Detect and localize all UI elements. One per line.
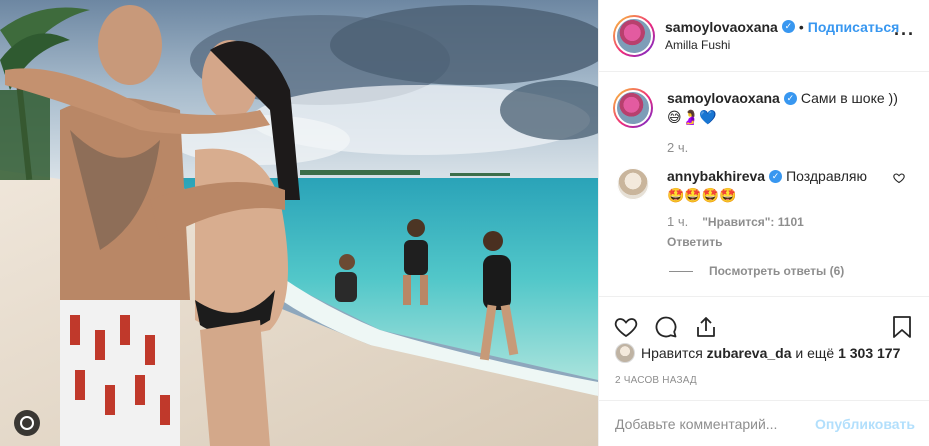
share-icon[interactable] — [693, 314, 719, 340]
heart-icon[interactable] — [613, 314, 639, 340]
caption-text: Сами в шоке )) — [800, 90, 898, 106]
view-replies-button[interactable]: Посмотреть ответы (6) — [669, 264, 915, 278]
comment-row: annybakhireva ✓ Поздравляю 🤩🤩🤩🤩 1 ч. "Нр… — [613, 166, 915, 252]
post-location[interactable]: Amilla Fushi — [665, 36, 899, 54]
post-header: samoylovaoxana ✓ • Подписаться Amilla Fu… — [599, 0, 929, 72]
likes-summary: Нравится zubareva_da и ещё 1 303 177 — [615, 343, 900, 363]
verified-badge-icon: ✓ — [783, 91, 797, 105]
comment-time[interactable]: 1 ч. — [667, 212, 688, 232]
comment-icon[interactable] — [653, 314, 679, 340]
comment-emojis: 🤩🤩🤩🤩 — [667, 188, 737, 204]
commenter-avatar[interactable] — [617, 168, 649, 200]
tagged-users-icon[interactable] — [14, 410, 40, 436]
liker-avatar[interactable] — [615, 343, 635, 363]
caption-row: samoylovaoxana ✓ Сами в шоке )) 😅🤰💙 2 ч. — [613, 88, 915, 158]
reply-button[interactable]: Ответить — [667, 232, 867, 252]
separator-dot: • — [798, 18, 804, 35]
add-comment-bar: Опубликовать — [599, 400, 929, 446]
bookmark-icon[interactable] — [889, 314, 915, 340]
likes-suffix: и ещё — [795, 345, 835, 361]
comments-section: samoylovaoxana ✓ Сами в шоке )) 😅🤰💙 2 ч.… — [613, 88, 915, 278]
user-silhouette-icon — [20, 416, 34, 430]
caption-time[interactable]: 2 ч. — [667, 138, 898, 158]
liker-username[interactable]: zubareva_da — [707, 345, 792, 361]
comment-text: Поздравляю — [786, 168, 867, 184]
caption-emojis: 😅🤰💙 — [667, 110, 717, 126]
view-replies-label: Посмотреть ответы (6) — [709, 264, 845, 278]
post-sidebar: samoylovaoxana ✓ • Подписаться Amilla Fu… — [598, 0, 929, 446]
post-actions-bar — [599, 296, 929, 346]
verified-badge-icon: ✓ — [769, 169, 783, 183]
more-options-icon[interactable]: ··· — [894, 25, 915, 43]
caption-author-avatar[interactable] — [613, 88, 653, 128]
likes-prefix: Нравится — [641, 345, 703, 361]
comment-likes[interactable]: "Нравится": 1101 — [702, 212, 804, 232]
replies-line — [669, 270, 693, 272]
beach-photo-illustration — [0, 0, 598, 446]
likes-count[interactable]: 1 303 177 — [838, 345, 900, 361]
verified-badge-icon: ✓ — [781, 20, 795, 33]
comment-input[interactable] — [615, 415, 816, 432]
comment-like-heart-icon[interactable] — [893, 172, 905, 184]
post-photo[interactable] — [0, 0, 598, 446]
author-avatar[interactable] — [613, 14, 655, 57]
post-timestamp[interactable]: 2 ЧАСОВ НАЗАД — [615, 375, 697, 386]
comment-username[interactable]: annybakhireva — [667, 166, 765, 186]
follow-button[interactable]: Подписаться — [808, 18, 900, 36]
author-username[interactable]: samoylovaoxana — [665, 18, 778, 36]
post-comment-button[interactable]: Опубликовать — [815, 416, 915, 432]
caption-username[interactable]: samoylovaoxana — [667, 88, 780, 108]
